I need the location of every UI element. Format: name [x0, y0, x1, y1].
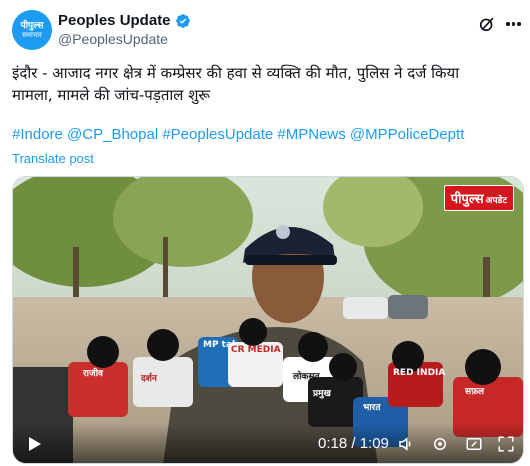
- play-icon[interactable]: [29, 437, 41, 451]
- author-name-row: Peoples Update: [58, 12, 191, 29]
- verified-badge-icon: [175, 13, 190, 28]
- picture-in-picture-icon[interactable]: [465, 435, 483, 453]
- watermark-main: पीपुल्स: [450, 192, 484, 207]
- post-text: इंदौर - आजाद नगर क्षेत्र में कम्प्रेसर क…: [12, 62, 512, 106]
- mic-label: सफ़ल: [465, 387, 485, 397]
- fullscreen-icon[interactable]: [497, 435, 515, 453]
- more-options-icon[interactable]: [506, 22, 521, 26]
- author-display-name[interactable]: Peoples Update: [58, 12, 171, 29]
- mic-label: दर्शन: [141, 374, 157, 384]
- avatar-text-top: पीपुल्स: [20, 21, 44, 31]
- settings-icon[interactable]: [431, 435, 449, 453]
- mic-label: CR MEDIA: [231, 345, 281, 355]
- mic-label: प्रमुख: [313, 389, 331, 399]
- grok-icon[interactable]: [477, 14, 497, 34]
- mic-label: राजीव: [83, 369, 104, 379]
- post-text-line-1: इंदौर - आजाद नगर क्षेत्र में कम्प्रेसर क…: [12, 64, 460, 82]
- channel-watermark: पीपुल्स अपडेट: [443, 185, 514, 211]
- avatar-text-bottom: समाचार: [22, 31, 42, 39]
- watermark-sub: अपडेट: [485, 196, 507, 206]
- mic-label: भारत: [363, 403, 381, 413]
- translate-post-link[interactable]: Translate post: [12, 151, 94, 166]
- mic-label: लोकसत: [293, 372, 320, 382]
- video-player[interactable]: पीपुल्स अपडेट MP tak CR MEDIA राजीव दर्शन…: [12, 176, 524, 464]
- post-text-line-2: मामला, मामले की जांच-पड़ताल शुरू: [12, 86, 211, 104]
- author-handle[interactable]: @PeoplesUpdate: [58, 31, 168, 47]
- avatar[interactable]: पीपुल्स समाचार: [12, 10, 52, 50]
- mic-label: RED INDIA: [393, 368, 446, 378]
- video-timecode: 0:18 / 1:09: [318, 435, 389, 452]
- video-frame: [13, 177, 523, 463]
- post-hashtags[interactable]: #Indore @CP_Bhopal #PeoplesUpdate #MPNew…: [12, 126, 464, 143]
- video-controls: 0:18 / 1:09: [13, 423, 523, 463]
- volume-icon[interactable]: [397, 435, 415, 453]
